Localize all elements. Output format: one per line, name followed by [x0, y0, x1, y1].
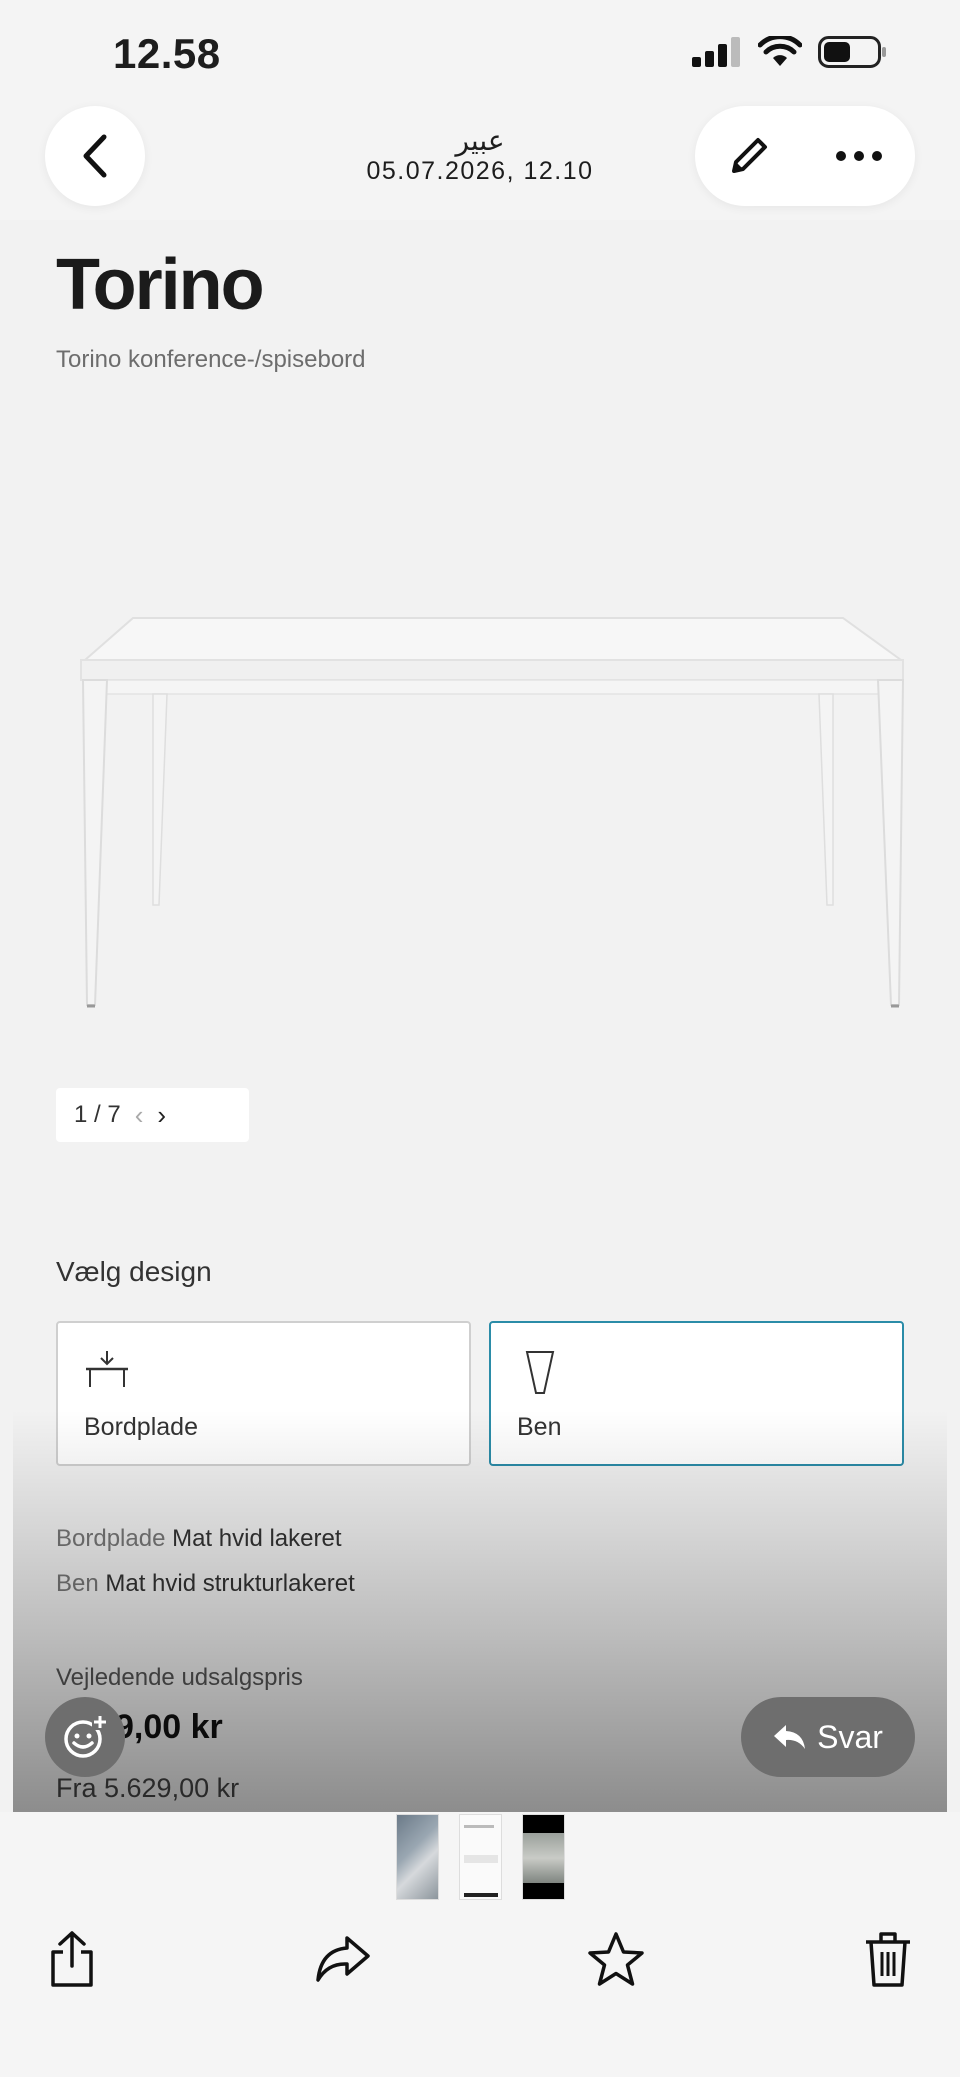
- product-subtitle: Torino konference-/spisebord: [56, 346, 366, 373]
- reply-button[interactable]: Svar: [741, 1697, 915, 1777]
- forward-button[interactable]: [308, 1924, 378, 1994]
- signal-icon: [692, 37, 740, 67]
- tabletop-icon: [86, 1351, 128, 1387]
- thumbnail-3[interactable]: [521, 1814, 565, 1900]
- add-reaction-button[interactable]: [45, 1697, 125, 1777]
- battery-icon: [818, 36, 886, 68]
- share-icon: [51, 1931, 93, 1987]
- reply-label: Svar: [817, 1718, 883, 1755]
- price-from: Fra 5.629,00 kr: [56, 1773, 240, 1803]
- favorite-button[interactable]: [581, 1924, 651, 1994]
- header-actions: [695, 106, 915, 206]
- price-label: Vejledende udsalgspris: [56, 1664, 303, 1691]
- spec-value: Mat hvid lakeret: [172, 1525, 342, 1552]
- edit-pencil-icon[interactable]: [726, 133, 772, 179]
- share-button[interactable]: [37, 1924, 107, 1994]
- price-value: 9,00 kr: [115, 1708, 223, 1746]
- more-icon[interactable]: [834, 149, 884, 163]
- pager-prev-button[interactable]: ‹: [135, 1100, 144, 1131]
- spec-row: Bordplade Mat hvid lakeret: [56, 1525, 342, 1553]
- attachment-thumbnails: [0, 1812, 960, 1902]
- design-option-label: Bordplade: [84, 1413, 198, 1441]
- design-option-ben[interactable]: Ben: [489, 1321, 904, 1466]
- spec-row: Ben Mat hvid strukturlakeret: [56, 1570, 355, 1598]
- product-title: Torino: [56, 245, 265, 325]
- star-icon: [588, 1932, 644, 1986]
- pager-next-button[interactable]: ›: [157, 1100, 166, 1131]
- trash-icon: [866, 1932, 910, 1987]
- status-bar: 12.58: [0, 0, 960, 100]
- thumbnail-2[interactable]: [458, 1814, 502, 1900]
- spec-key: Ben: [56, 1570, 99, 1597]
- image-pager: 1 / 7 ‹ ›: [56, 1088, 249, 1142]
- thumbnail-1[interactable]: [395, 1814, 439, 1900]
- spec-key: Bordplade: [56, 1525, 166, 1552]
- message-header: عبير 05.07.2026, 12.10: [0, 100, 960, 220]
- status-time: 12.58: [113, 30, 221, 77]
- bottom-toolbar: [0, 1902, 960, 2077]
- reply-arrow-icon: [774, 1725, 806, 1749]
- design-section-label: Vælg design: [56, 1256, 212, 1287]
- smiley-plus-icon: [64, 1714, 108, 1758]
- spec-value: Mat hvid strukturlakeret: [105, 1570, 355, 1597]
- message-image[interactable]: Torino Torino konference-/spisebord 1 / …: [13, 220, 947, 1812]
- forward-icon: [316, 1936, 370, 1982]
- table-product-image: [80, 617, 905, 1008]
- design-option-label: Ben: [517, 1413, 562, 1441]
- design-option-bordplade[interactable]: Bordplade: [56, 1321, 471, 1466]
- delete-button[interactable]: [853, 1924, 923, 1994]
- status-icons: [692, 36, 888, 68]
- pager-count: 1 / 7: [74, 1101, 121, 1128]
- wifi-icon: [758, 36, 802, 66]
- table-leg-icon: [525, 1351, 555, 1394]
